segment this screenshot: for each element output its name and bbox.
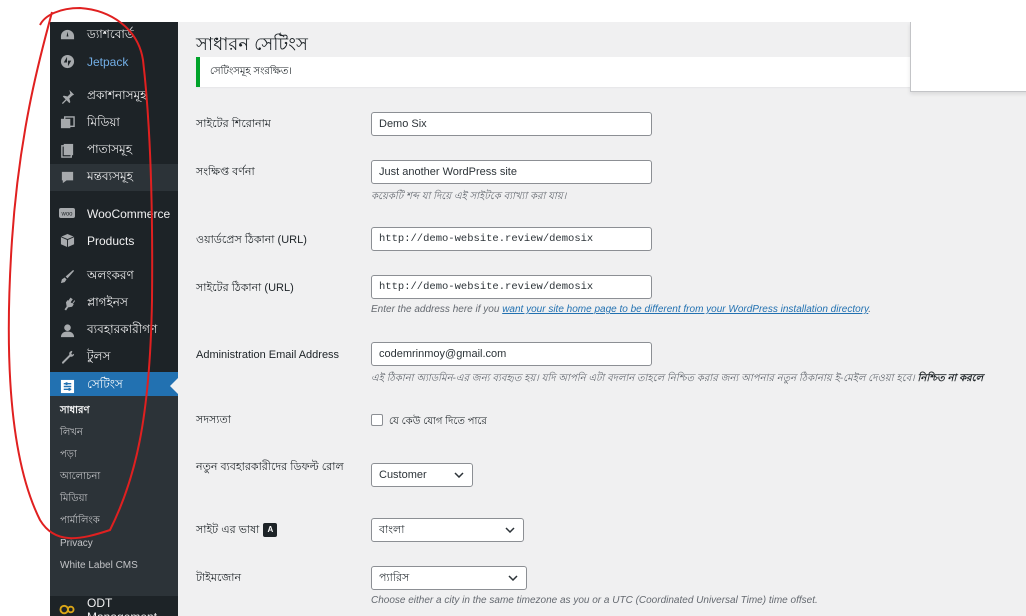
wordpress-url-label: ওয়ার্ডপ্রেস ঠিকানা (URL) bbox=[196, 234, 307, 246]
site-url-desc-prefix: Enter the address here if you bbox=[371, 304, 503, 315]
sidebar-item-pages[interactable]: পাতাসমূহ bbox=[50, 137, 178, 164]
admin-email-input[interactable]: codemrinmoy@gmail.com bbox=[371, 342, 652, 366]
site-language-value: বাংলা bbox=[379, 523, 405, 536]
default-role-value: Customer bbox=[379, 469, 427, 481]
translate-icon: A bbox=[263, 523, 278, 538]
sidebar-item-label: প্রকাশনাসমূহ bbox=[87, 87, 147, 102]
sidebar-item-label: ড্যাশবোর্ড bbox=[87, 26, 134, 41]
sidebar-item-appearance[interactable]: অলংকরণ bbox=[50, 263, 178, 290]
membership-label: সদস্যতা bbox=[196, 414, 231, 426]
sidebar-item-label: Jetpack bbox=[87, 54, 129, 69]
sidebar-item-products[interactable]: Products bbox=[50, 227, 178, 254]
default-role-select[interactable]: Customer bbox=[371, 463, 473, 487]
admin-email-label: Administration Email Address bbox=[196, 349, 340, 361]
comments-icon bbox=[58, 169, 76, 187]
tagline-input[interactable]: Just another WordPress site bbox=[371, 160, 652, 184]
admin-email-desc-text: এই ঠিকানা অ্যাডমিন-এর জন্য ব্যবহৃত হয়। … bbox=[371, 373, 918, 384]
site-url-description: Enter the address here if you want your … bbox=[371, 304, 871, 315]
sidebar-item-users[interactable]: ব্যবহারকারীগণ bbox=[50, 317, 178, 344]
timezone-label: টাইমজোন bbox=[196, 572, 242, 584]
timezone-value: প্যারিস bbox=[379, 571, 410, 584]
chevron-down-icon bbox=[453, 469, 465, 481]
site-url-desc-suffix: . bbox=[868, 304, 872, 315]
timezone-description: Choose either a city in the same timezon… bbox=[371, 595, 818, 606]
sidebar-item-label: মন্তব্যসমূহ bbox=[87, 168, 133, 183]
site-language-label: সাইট এর ভাষা A bbox=[196, 523, 356, 538]
submenu-item-discussion[interactable]: আলোচনা bbox=[60, 466, 100, 488]
sidebar-item-label: সেটিংস bbox=[87, 377, 123, 391]
jetpack-icon bbox=[58, 53, 76, 71]
site-url-help-link[interactable]: want your site home page to be different… bbox=[502, 304, 868, 315]
site-title-label: সাইটের শিরোনাম bbox=[196, 118, 271, 130]
odt-icon bbox=[58, 601, 76, 616]
svg-text:woo: woo bbox=[60, 211, 73, 217]
sidebar-item-media[interactable]: মিডিয়া bbox=[50, 110, 178, 137]
sidebar-item-label: টুলস bbox=[87, 348, 111, 363]
tagline-description: কয়েকটি শব্দ যা দিয়ে এই সাইটকে ব্যাখ্যা… bbox=[371, 191, 567, 202]
products-icon bbox=[58, 232, 76, 250]
timezone-select[interactable]: প্যারিস bbox=[371, 566, 527, 590]
media-icon bbox=[58, 115, 76, 133]
membership-checkbox[interactable] bbox=[371, 414, 383, 426]
sidebar-item-label: ODT Management bbox=[87, 595, 157, 616]
default-role-label: নতুন ব্যবহারকারীদের ডিফল্ট রোল bbox=[196, 461, 344, 473]
tools-icon bbox=[58, 349, 76, 367]
current-menu-arrow bbox=[170, 378, 178, 394]
main-content: সাধারন সেটিংস সেটিংসমূহ সংরক্ষিত। সাইটের… bbox=[178, 22, 1026, 616]
site-title-input[interactable]: Demo Six bbox=[371, 112, 652, 136]
sidebar-item-label: অলংকরণ bbox=[87, 267, 134, 282]
top-strip bbox=[0, 0, 1026, 22]
submenu-item-privacy[interactable]: Privacy bbox=[60, 532, 93, 554]
woocommerce-icon: woo bbox=[58, 205, 76, 223]
users-icon bbox=[58, 322, 76, 340]
submenu-item-white-label-cms[interactable]: White Label CMS bbox=[60, 554, 138, 576]
settings-submenu: সাধারণ লিখন পড়া আলোচনা মিডিয়া পার্মালি… bbox=[50, 396, 178, 596]
pin-icon bbox=[58, 88, 76, 106]
sidebar-item-label: Products bbox=[87, 233, 135, 248]
settings-saved-notice: সেটিংসমূহ সংরক্ষিত। bbox=[196, 57, 956, 87]
submenu-item-general[interactable]: সাধারণ bbox=[60, 400, 90, 422]
left-margin bbox=[0, 0, 50, 616]
sidebar-item-odt-management[interactable]: ODT Management bbox=[50, 596, 178, 616]
wordpress-url-input[interactable]: http://demo-website.review/demosix bbox=[371, 227, 652, 251]
appearance-icon bbox=[58, 268, 76, 286]
sidebar-item-label: পাতাসমূহ bbox=[87, 141, 133, 156]
sidebar-item-plugins[interactable]: প্লাগইনস bbox=[50, 290, 178, 317]
submenu-item-permalinks[interactable]: পার্মালিংক bbox=[60, 510, 100, 532]
site-language-label-text: সাইট এর ভাষা bbox=[196, 524, 260, 536]
sidebar-item-label: মিডিয়া bbox=[87, 114, 120, 129]
overlay-popup-box bbox=[910, 22, 1026, 92]
membership-checkbox-label[interactable]: যে কেউ যোগ দিতে পারে bbox=[389, 414, 487, 431]
sidebar-item-jetpack[interactable]: Jetpack bbox=[50, 48, 178, 75]
submenu-item-reading[interactable]: পড়া bbox=[60, 444, 77, 466]
settings-icon bbox=[58, 377, 76, 395]
admin-email-desc-bold: নিশ্চিত না করলে bbox=[917, 373, 984, 384]
dashboard-icon bbox=[58, 27, 76, 45]
tagline-label: সংক্ষিপ্ত বর্ণনা bbox=[196, 166, 255, 178]
sidebar-item-posts[interactable]: প্রকাশনাসমূহ bbox=[50, 83, 178, 110]
pages-icon bbox=[58, 142, 76, 160]
site-language-select[interactable]: বাংলা bbox=[371, 518, 524, 542]
submenu-item-writing[interactable]: লিখন bbox=[60, 422, 83, 444]
sidebar-item-label: WooCommerce bbox=[87, 206, 171, 221]
sidebar-item-woocommerce[interactable]: woo WooCommerce bbox=[50, 200, 178, 227]
sidebar-item-dashboard[interactable]: ড্যাশবোর্ড bbox=[50, 22, 178, 49]
sidebar-item-comments[interactable]: মন্তব্যসমূহ bbox=[50, 164, 178, 191]
submenu-item-media[interactable]: মিডিয়া bbox=[60, 488, 87, 510]
admin-email-description: এই ঠিকানা অ্যাডমিন-এর জন্য ব্যবহৃত হয়। … bbox=[371, 371, 983, 388]
sidebar-item-label: ব্যবহারকারীগণ bbox=[87, 321, 158, 336]
sidebar-item-label: প্লাগইনস bbox=[87, 294, 128, 309]
site-url-input[interactable]: http://demo-website.review/demosix bbox=[371, 275, 652, 299]
site-url-label: সাইটের ঠিকানা (URL) bbox=[196, 282, 294, 294]
admin-sidebar: ড্যাশবোর্ড Jetpack প্রকাশনাসমূহ মিডিয়া … bbox=[50, 22, 178, 616]
chevron-down-icon bbox=[507, 572, 519, 584]
notice-text: সেটিংসমূহ সংরক্ষিত। bbox=[210, 65, 292, 77]
chevron-down-icon bbox=[504, 524, 516, 536]
sidebar-item-tools[interactable]: টুলস bbox=[50, 344, 178, 371]
plugins-icon bbox=[58, 295, 76, 313]
